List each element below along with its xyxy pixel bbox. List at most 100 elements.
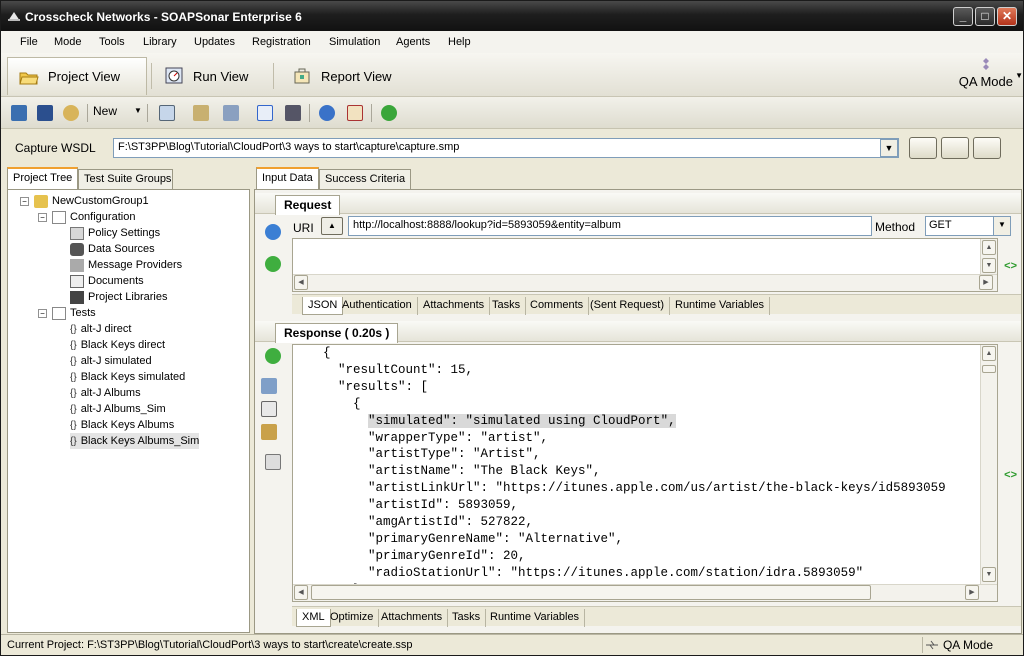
menu-help[interactable]: Help [448, 36, 471, 48]
tree-root[interactable]: NewCustomGroup1 [34, 193, 149, 209]
tree-test-item[interactable]: {} Black Keys simulated [70, 369, 185, 385]
globe-icon[interactable] [319, 105, 335, 121]
scroll-right-button[interactable]: ▶ [979, 275, 993, 290]
new-button[interactable]: New [93, 104, 117, 118]
tab-input-data[interactable]: Input Data [256, 167, 319, 189]
database-icon [70, 242, 84, 256]
add-capture-button[interactable] [909, 137, 937, 159]
menu-mode[interactable]: Mode [54, 36, 82, 48]
capture-tool-button[interactable] [973, 137, 1001, 159]
collapse-toggle[interactable]: − [38, 213, 47, 222]
capture-wsdl-input[interactable]: F:\ST3PP\Blog\Tutorial\CloudPort\3 ways … [113, 138, 899, 158]
tab-tasks[interactable]: Tasks [487, 297, 527, 315]
menu-file[interactable]: File [20, 36, 38, 48]
scroll-thumb[interactable] [982, 365, 996, 373]
menu-tools[interactable]: Tools [99, 36, 125, 48]
tree-test-item[interactable]: {} Black Keys Albums [70, 417, 174, 433]
chevron-down-icon[interactable]: ▼ [993, 217, 1010, 235]
scroll-down-button[interactable]: ▼ [982, 258, 996, 273]
tree-tests[interactable]: Tests [52, 305, 96, 321]
scroll-up-button[interactable]: ▲ [982, 346, 996, 361]
tab-attachments[interactable]: Attachments [376, 609, 449, 627]
menu-library[interactable]: Library [143, 36, 177, 48]
tree-test-item[interactable]: {} alt-J Albums_Sim [70, 401, 166, 417]
tree-configuration[interactable]: Configuration [52, 209, 135, 225]
scroll-right-button[interactable]: ▶ [965, 585, 979, 600]
uri-up-button[interactable]: ▲ [321, 217, 343, 235]
tab-project-tree[interactable]: Project Tree [7, 167, 79, 189]
open-folder-button[interactable] [941, 137, 969, 159]
qa-mode-selector[interactable]: QA Mode ▼ [959, 57, 1023, 89]
comment-icon[interactable] [265, 454, 281, 470]
close-button[interactable]: ✕ [997, 7, 1017, 26]
library-icon[interactable] [193, 105, 209, 121]
tab-tasks[interactable]: Tasks [447, 609, 487, 627]
tab-test-suite-groups[interactable]: Test Suite Groups [78, 169, 173, 189]
check-icon[interactable] [265, 348, 281, 364]
expand-arrows-icon[interactable]: <> [1004, 469, 1017, 481]
tree-test-item[interactable]: {} Black Keys direct [70, 337, 165, 353]
vertical-scrollbar[interactable]: ▲ ▼ [980, 345, 997, 585]
tree-test-item[interactable]: {} alt-J direct [70, 321, 131, 337]
vertical-scrollbar[interactable]: ▲ ▼ [980, 239, 997, 275]
report-icon[interactable] [347, 105, 363, 121]
maximize-button[interactable]: □ [975, 7, 995, 26]
horizontal-scrollbar[interactable]: ◀ ▶ [293, 274, 997, 291]
method-select[interactable]: GET ▼ [925, 216, 1011, 236]
open-icon[interactable] [11, 105, 27, 121]
scroll-down-button[interactable]: ▼ [982, 567, 996, 582]
menu-updates[interactable]: Updates [194, 36, 235, 48]
document-icon[interactable] [261, 401, 277, 417]
grid-icon[interactable] [285, 105, 301, 121]
add-test-icon[interactable] [159, 105, 175, 121]
tab-optimize[interactable]: Optimize [325, 609, 380, 627]
export-icon[interactable] [63, 105, 79, 121]
tab-runtime-variables[interactable]: Runtime Variables [670, 297, 771, 315]
json-test-icon: {} [70, 419, 77, 431]
scroll-up-button[interactable]: ▲ [982, 240, 996, 255]
run-view-tab[interactable]: Run View [153, 57, 258, 95]
collapse-toggle[interactable]: − [20, 197, 29, 206]
tree-item-documents[interactable]: Documents [70, 273, 144, 289]
chevron-down-icon[interactable]: ▼ [1015, 71, 1023, 80]
tab-sent-request[interactable]: (Sent Request) [585, 297, 670, 315]
horizontal-scrollbar[interactable]: ◀ ▶ [293, 584, 997, 601]
tab-attachments[interactable]: Attachments [418, 297, 491, 315]
tab-success-criteria[interactable]: Success Criteria [319, 169, 412, 189]
tree-test-item-selected[interactable]: {} Black Keys Albums_Sim [70, 433, 200, 449]
report-view-tab[interactable]: Report View [281, 57, 402, 95]
arrow-right-icon[interactable] [265, 224, 281, 240]
menu-registration[interactable]: Registration [252, 36, 311, 48]
save-icon[interactable] [37, 105, 53, 121]
uri-input[interactable]: http://localhost:8888/lookup?id=5893059&… [348, 216, 872, 236]
capture-dropdown-button[interactable]: ▼ [880, 139, 898, 157]
tab-authentication[interactable]: Authentication [337, 297, 418, 315]
response-body-viewer[interactable]: { "resultCount": 15, "results": [ { "sim… [292, 344, 998, 602]
tree-item-policy-settings[interactable]: Policy Settings [70, 225, 160, 241]
request-body-editor[interactable]: ▲ ▼ ◀ ▶ [292, 238, 998, 292]
expand-arrows-icon[interactable]: <> [1004, 260, 1017, 272]
response-tool-icon[interactable] [261, 378, 277, 394]
menu-simulation[interactable]: Simulation [329, 36, 380, 48]
tree-item-data-sources[interactable]: Data Sources [70, 241, 155, 257]
tree-test-item[interactable]: {} alt-J Albums [70, 385, 141, 401]
tree-test-item[interactable]: {} alt-J simulated [70, 353, 152, 369]
magic-icon[interactable] [261, 424, 277, 440]
title-bar[interactable]: Crosscheck Networks - SOAPSonar Enterpri… [1, 1, 1023, 31]
tree-item-project-libraries[interactable]: Project Libraries [70, 289, 167, 305]
scroll-left-button[interactable]: ◀ [294, 585, 308, 600]
chevron-down-icon[interactable]: ▼ [134, 106, 142, 115]
properties-icon[interactable] [257, 105, 273, 121]
collapse-toggle[interactable]: − [38, 309, 47, 318]
menu-agents[interactable]: Agents [396, 36, 430, 48]
scroll-left-button[interactable]: ◀ [294, 275, 308, 290]
tab-comments[interactable]: Comments [525, 297, 590, 315]
project-view-tab[interactable]: Project View [7, 57, 147, 95]
run-icon[interactable] [381, 105, 397, 121]
minimize-button[interactable]: _ [953, 7, 973, 26]
tab-runtime-variables[interactable]: Runtime Variables [485, 609, 586, 627]
tree-item-message-providers[interactable]: Message Providers [70, 257, 182, 273]
scroll-thumb[interactable] [311, 585, 871, 600]
sort-icon[interactable] [223, 105, 239, 121]
check-icon[interactable] [265, 256, 281, 272]
